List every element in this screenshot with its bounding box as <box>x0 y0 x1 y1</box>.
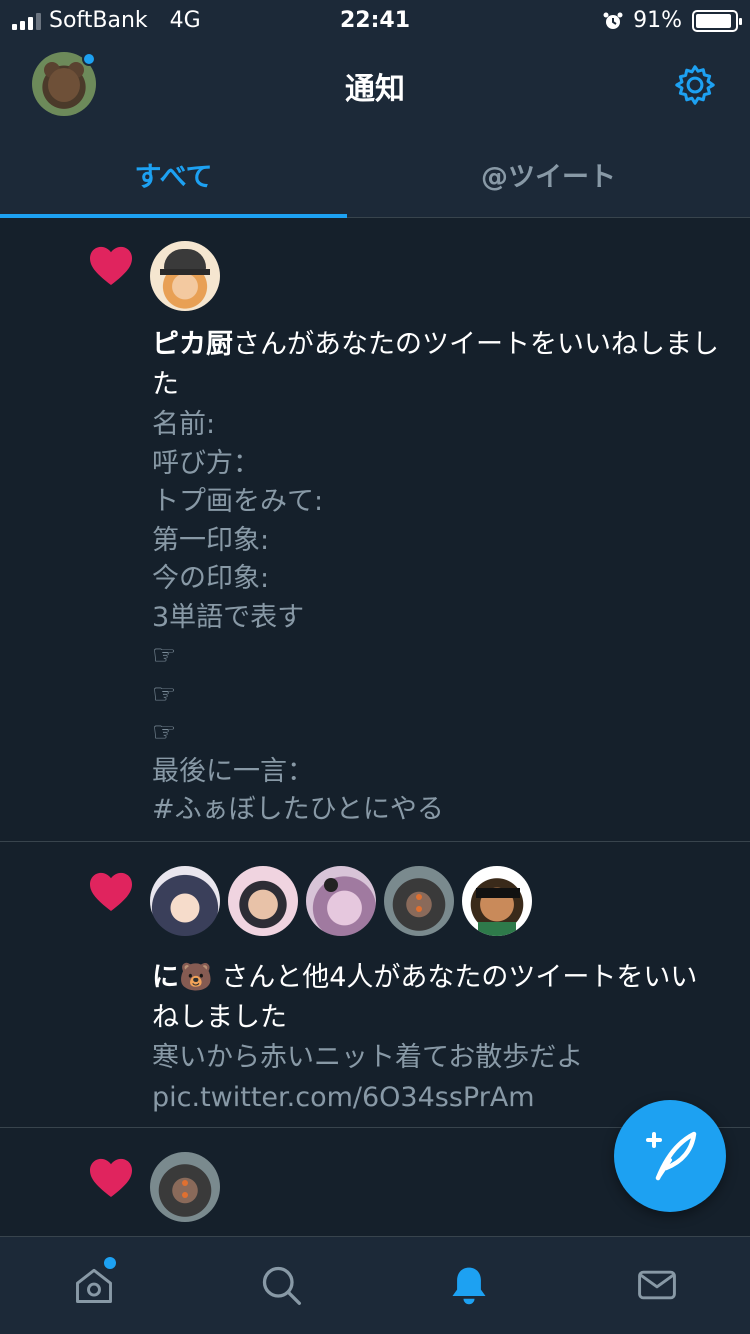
tweet-line: 寒いから赤いニット着てお散歩だよ <box>152 1042 584 1073</box>
tab-mentions[interactable]: @ツイート <box>347 130 750 218</box>
action-text: さんと他4人があなたのツイートをいいねしました <box>152 962 698 1033</box>
tweet-line: 呼び方： <box>152 447 260 479</box>
battery-icon <box>692 9 742 32</box>
avatar[interactable] <box>228 866 298 936</box>
status-bar: SoftBank 4G 22:41 91% <box>0 0 750 40</box>
home-unread-dot <box>104 1257 116 1269</box>
tweet-line: 第一印象: <box>152 524 270 556</box>
action-text: さんがあなたのツイートをいいねしました <box>152 329 719 400</box>
notification-item[interactable]: に🐻 さんと他4人があなたのツイートをいいねしました 寒いから赤いニット着てお散… <box>0 842 750 1128</box>
tweet-line: 3単語で表す <box>152 601 305 633</box>
tweet-line: ☞ <box>152 640 177 671</box>
tab-all[interactable]: すべて <box>0 130 347 218</box>
notification-text: に🐻 さんと他4人があなたのツイートをいいねしました <box>152 958 720 1038</box>
heart-icon <box>90 872 132 912</box>
avatar[interactable] <box>150 1152 220 1222</box>
messages-icon[interactable] <box>635 1263 679 1307</box>
tweet-line: 今の印象: <box>152 563 270 594</box>
battery-level <box>696 13 731 28</box>
tweet-line: ☞ <box>152 678 177 710</box>
status-left: SoftBank 4G <box>12 8 201 33</box>
avatar[interactable] <box>150 241 220 311</box>
tweet-line: トプ画をみて: <box>152 486 324 517</box>
actor-avatars <box>150 866 532 936</box>
heart-icon <box>90 246 132 286</box>
page-title: 通知 <box>345 72 405 107</box>
compose-tweet-icon <box>646 1131 697 1181</box>
actor-avatars <box>150 1152 220 1222</box>
unread-dot <box>82 52 96 66</box>
notification-item[interactable]: ピカ厨さんがあなたのツイートをいいねしました 名前: 呼び方： トプ画をみて: … <box>0 218 750 842</box>
actor-avatars <box>150 241 220 311</box>
notification-tabs: すべて @ツイート <box>0 130 750 218</box>
tweet-preview: 名前: 呼び方： トプ画をみて: 第一印象: 今の印象: 3単語で表す ☞ ☞ … <box>152 406 720 830</box>
actor-name[interactable]: に🐻 <box>152 962 213 993</box>
signal-icon <box>12 12 41 30</box>
notification-text: ピカ厨さんがあなたのツイートをいいねしました <box>152 325 720 405</box>
network-label: 4G <box>169 8 201 33</box>
heart-icon <box>90 1158 132 1198</box>
compose-tweet-button[interactable] <box>614 1100 726 1212</box>
status-right: 91% <box>603 8 742 33</box>
alarm-icon <box>603 12 623 29</box>
notification-feed: ピカ厨さんがあなたのツイートをいいねしました 名前: 呼び方： トプ画をみて: … <box>0 218 750 1238</box>
carrier-label: SoftBank <box>49 8 148 33</box>
avatar[interactable] <box>150 866 220 936</box>
tweet-line: 名前: <box>152 409 216 440</box>
header: 通知 <box>0 40 750 130</box>
tweet-line: 最後に一言： <box>152 755 314 787</box>
actor-name[interactable]: ピカ厨 <box>152 329 233 360</box>
gear-icon[interactable] <box>672 62 718 108</box>
tweet-line: ☞ <box>152 717 177 748</box>
bottom-tab-bar <box>0 1236 750 1334</box>
battery-percent: 91% <box>633 8 682 33</box>
search-icon[interactable] <box>259 1263 303 1307</box>
notifications-icon[interactable] <box>447 1263 491 1307</box>
avatar[interactable] <box>306 866 376 936</box>
home-icon[interactable] <box>72 1263 116 1307</box>
tweet-line: #ふぁぼしたひとにやる <box>152 794 444 825</box>
avatar[interactable] <box>384 866 454 936</box>
avatar[interactable] <box>462 866 532 936</box>
